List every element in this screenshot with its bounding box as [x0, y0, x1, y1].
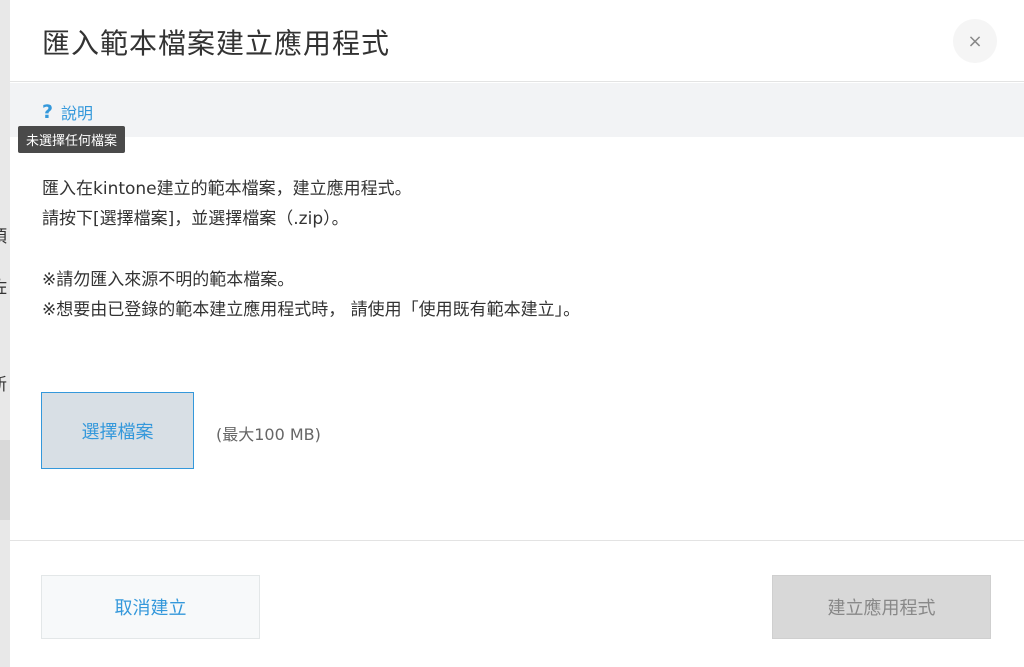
dialog-title: 匯入範本檔案建立應用程式 [42, 27, 391, 60]
warning-note: ※請勿匯入來源不明的範本檔案。 [42, 270, 295, 290]
dialog-footer: 取消建立 建立應用程式 [10, 540, 1024, 667]
choose-file-button[interactable]: 選擇檔案 [41, 392, 194, 469]
create-app-button[interactable]: 建立應用程式 [772, 575, 991, 639]
background-text-fragment: 新 [0, 370, 10, 395]
max-file-size-label: (最大100 MB) [216, 425, 321, 444]
background-page: t 項 佐 新 [0, 0, 10, 667]
instruction-line: 請按下[選擇檔案]，並選擇檔案（.zip）。 [42, 209, 349, 229]
warning-note: ※想要由已登錄的範本建立應用程式時， 請使用「使用既有範本建立」。 [42, 300, 581, 320]
instruction-line: 匯入在kintone建立的範本檔案，建立應用程式。 [42, 179, 412, 199]
close-icon: × [967, 30, 983, 52]
import-template-dialog: 匯入範本檔案建立應用程式 × ? 說明 匯入在kintone建立的範本檔案，建立… [10, 0, 1024, 667]
help-bar: ? 說明 [10, 83, 1024, 137]
background-text-fragment: 佐 [0, 273, 10, 298]
background-text-fragment: t [0, 128, 10, 148]
dialog-header: 匯入範本檔案建立應用程式 × [10, 0, 1024, 82]
help-link[interactable]: ? 說明 [42, 100, 93, 124]
background-band [0, 440, 10, 520]
file-tooltip: 未選擇任何檔案 [18, 126, 126, 153]
background-text-fragment: 項 [0, 222, 10, 247]
dialog-instructions: 匯入在kintone建立的範本檔案，建立應用程式。 請按下[選擇檔案]，並選擇檔… [42, 174, 982, 325]
question-mark-icon: ? [42, 101, 54, 123]
close-button[interactable]: × [953, 19, 997, 63]
help-link-label: 說明 [61, 104, 94, 123]
cancel-button[interactable]: 取消建立 [41, 575, 260, 639]
